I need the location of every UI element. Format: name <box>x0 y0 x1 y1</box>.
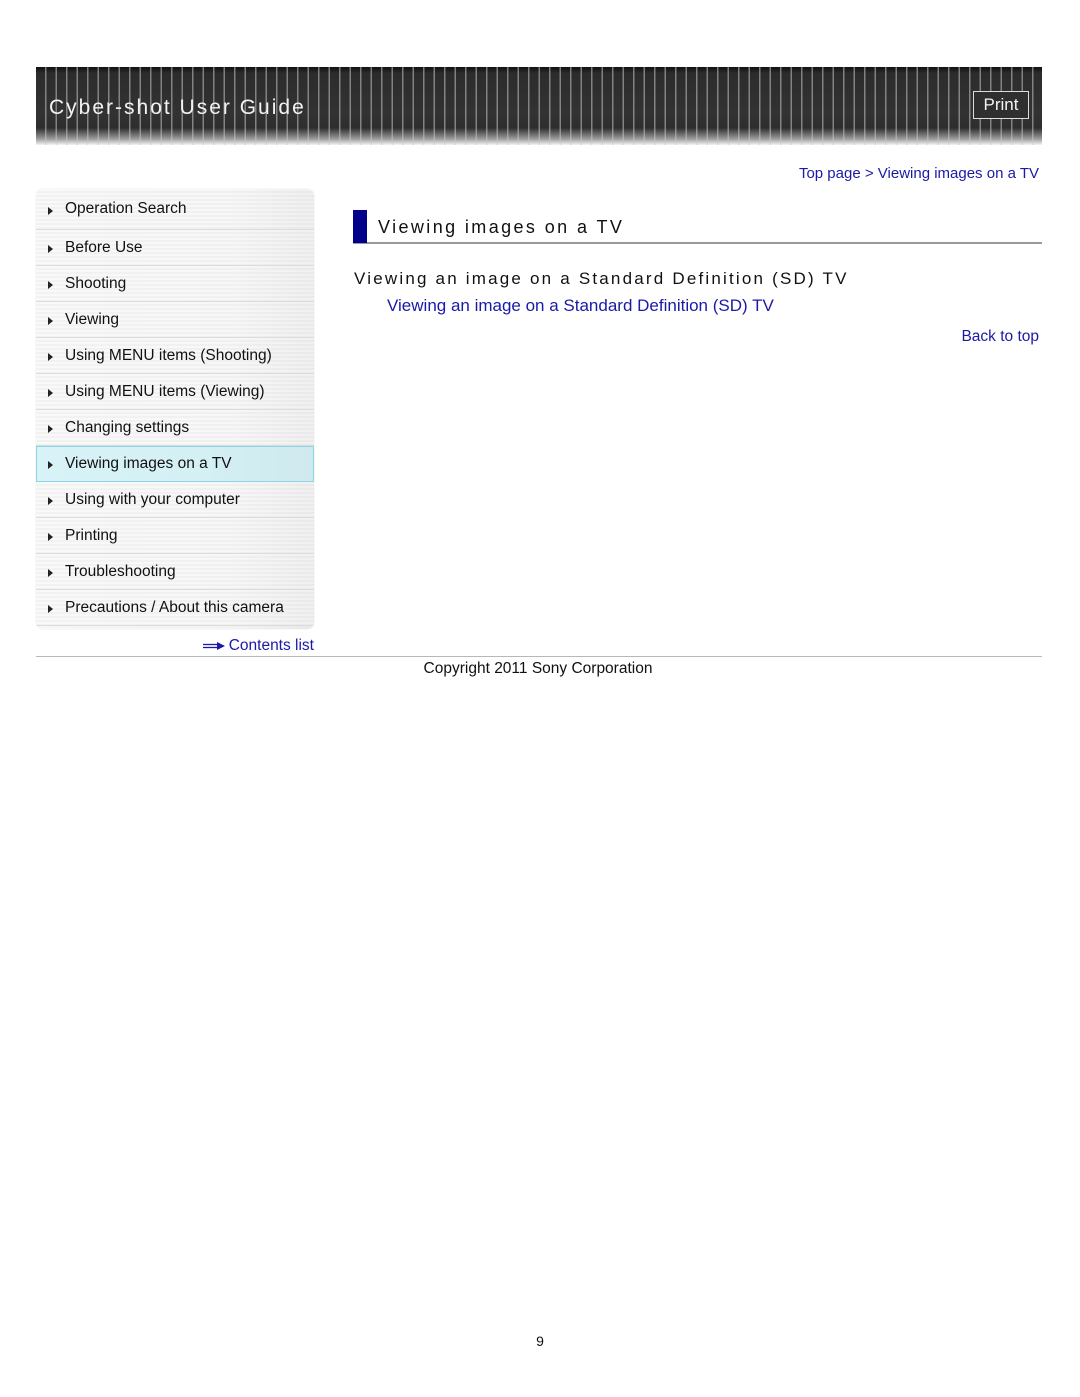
sidebar-item-using-with-your-computer[interactable]: Using with your computer <box>36 482 314 518</box>
triangle-right-icon <box>48 461 53 469</box>
triangle-right-icon <box>48 281 53 289</box>
breadcrumb: Top page > Viewing images on a TV <box>799 165 1039 182</box>
sidebar-item-label: Operation Search <box>65 200 187 217</box>
sidebar-item-label: Printing <box>65 526 118 544</box>
sidebar-nav: Operation Search Before Use Shooting Viewin… <box>36 189 314 629</box>
sidebar-item-viewing-images-on-a-tv[interactable]: Viewing images on a TV <box>36 446 314 482</box>
sidebar-item-label: Viewing images on a TV <box>65 454 232 472</box>
sidebar-item-operation-search[interactable]: Operation Search <box>36 189 314 230</box>
back-to-top-link[interactable]: Back to top <box>961 328 1039 346</box>
triangle-right-icon <box>48 569 53 577</box>
sidebar-item-label: Before Use <box>65 238 143 256</box>
sidebar-item-using-menu-items-shooting[interactable]: Using MENU items (Shooting) <box>36 338 314 374</box>
section-link[interactable]: Viewing an image on a Standard Definitio… <box>387 296 774 316</box>
sidebar-item-label: Shooting <box>65 274 127 292</box>
sidebar-item-label: Viewing <box>65 310 120 328</box>
title-accent-bar <box>353 210 367 243</box>
triangle-right-icon <box>48 605 53 613</box>
sidebar-item-label: Using with your computer <box>65 490 240 508</box>
page-title: Viewing images on a TV <box>378 217 625 237</box>
triangle-right-icon <box>48 389 53 397</box>
sidebar-item-precautions-about-this-camera[interactable]: Precautions / About this camera <box>36 590 314 626</box>
sidebar-item-label: Using MENU items (Viewing) <box>65 382 265 400</box>
sidebar-item-changing-settings[interactable]: Changing settings <box>36 410 314 446</box>
triangle-right-icon <box>48 353 53 361</box>
sidebar-item-using-menu-items-viewing[interactable]: Using MENU items (Viewing) <box>36 374 314 410</box>
triangle-right-icon <box>48 245 53 253</box>
triangle-right-icon <box>48 497 53 505</box>
contents-list-link[interactable]: Contents list <box>202 637 314 655</box>
page-title-block: Viewing images on a TV <box>353 210 1042 244</box>
sidebar-item-shooting[interactable]: Shooting <box>36 266 314 302</box>
print-button[interactable]: Print <box>973 91 1029 119</box>
page-number: 9 <box>536 1333 544 1349</box>
triangle-right-icon <box>48 533 53 541</box>
triangle-right-icon <box>48 317 53 325</box>
sidebar-item-label: Using MENU items (Shooting) <box>65 346 272 364</box>
copyright: Copyright 2011 Sony Corporation <box>423 660 653 677</box>
sidebar-item-troubleshooting[interactable]: Troubleshooting <box>36 554 314 590</box>
sidebar-item-viewing[interactable]: Viewing <box>36 302 314 338</box>
sidebar-item-label: Precautions / About this camera <box>65 598 284 616</box>
sidebar-item-label: Troubleshooting <box>65 562 176 580</box>
triangle-right-icon <box>48 425 53 433</box>
arrow-right-icon <box>202 642 225 650</box>
section-heading: Viewing an image on a Standard Definitio… <box>354 269 849 288</box>
contents-list-label: Contents list <box>228 637 314 654</box>
breadcrumb-separator: > <box>860 165 878 182</box>
footer-divider <box>36 656 1042 657</box>
guide-title: Cyber-shot User Guide <box>49 96 306 119</box>
header-banner: Cyber-shot User Guide Print <box>36 67 1042 145</box>
sidebar-item-before-use[interactable]: Before Use <box>36 230 314 266</box>
breadcrumb-top-page[interactable]: Top page <box>799 165 861 182</box>
triangle-right-icon <box>48 206 53 215</box>
sidebar-item-printing[interactable]: Printing <box>36 518 314 554</box>
sidebar-item-label: Changing settings <box>65 418 190 436</box>
breadcrumb-current[interactable]: Viewing images on a TV <box>878 165 1039 182</box>
